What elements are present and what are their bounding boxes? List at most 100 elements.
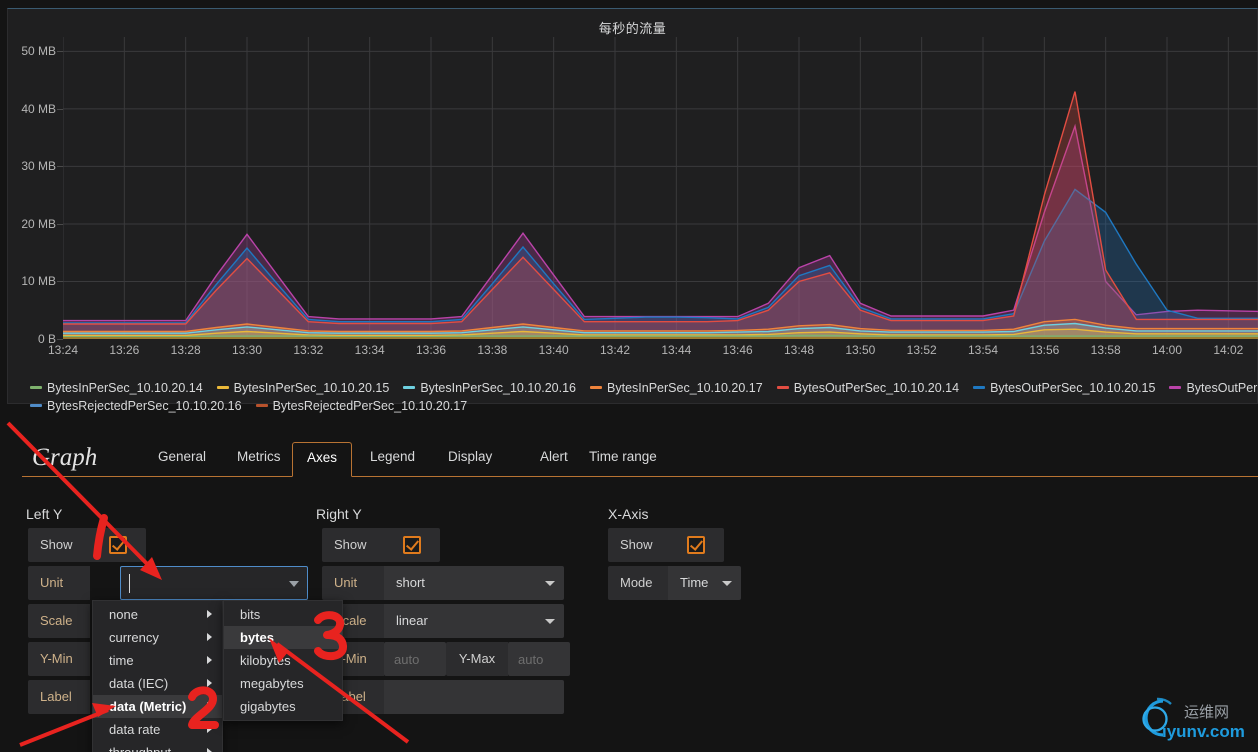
legend-item[interactable]: BytesOutPerSec_10.10.20.16 bbox=[1169, 379, 1258, 397]
legend-color-swatch bbox=[255, 404, 268, 408]
x-axis-tick-label: 13:30 bbox=[231, 343, 263, 357]
unit-menu-item-data-metric-[interactable]: data (Metric) bbox=[93, 695, 222, 718]
left-y-unit-label: Unit bbox=[28, 566, 90, 600]
unit-submenu-item-megabytes[interactable]: megabytes bbox=[224, 672, 342, 695]
x-axis-mode-value: Time bbox=[680, 575, 709, 590]
right-y-show-checkbox[interactable] bbox=[403, 536, 421, 554]
x-axis-title: X-Axis bbox=[608, 506, 649, 522]
x-axis-tick-label: 13:50 bbox=[845, 343, 876, 357]
right-y-ymin-input[interactable] bbox=[384, 642, 446, 676]
right-y-unit-row: Unit short bbox=[322, 566, 564, 600]
left-y-show-label: Show bbox=[28, 528, 90, 562]
menu-item-label: data rate bbox=[109, 722, 161, 737]
legend-color-swatch bbox=[590, 386, 603, 390]
legend-item[interactable]: BytesInPerSec_10.10.20.17 bbox=[590, 379, 763, 397]
unit-submenu-data-metric[interactable]: bits bytes kilobytes megabytes gigabytes bbox=[223, 600, 343, 721]
y-axis-tick-mark bbox=[57, 166, 63, 168]
legend-color-swatch bbox=[1169, 386, 1182, 390]
x-axis-tick-label: 13:54 bbox=[967, 343, 999, 357]
left-y-show-checkbox[interactable] bbox=[109, 536, 127, 554]
unit-submenu-item-gigabytes[interactable]: gigabytes bbox=[224, 695, 342, 718]
legend-series-label: BytesRejectedPerSec_10.10.20.16 bbox=[47, 399, 242, 413]
x-axis-show-checkbox[interactable] bbox=[687, 536, 705, 554]
unit-menu-item-data-rate[interactable]: data rate bbox=[93, 718, 222, 741]
legend-series-label: BytesOutPerSec_10.10.20.15 bbox=[990, 381, 1156, 395]
watermark-cn-text: 运维网 bbox=[1184, 704, 1229, 721]
legend-item[interactable]: BytesOutPerSec_10.10.20.15 bbox=[973, 379, 1155, 397]
tab-metrics[interactable]: Metrics bbox=[223, 442, 295, 477]
chevron-right-icon bbox=[207, 656, 212, 664]
legend-color-swatch bbox=[30, 386, 42, 390]
right-y-unit-label: Unit bbox=[322, 566, 384, 600]
chevron-right-icon bbox=[207, 702, 212, 710]
x-axis-tick-label: 13:42 bbox=[599, 343, 631, 357]
unit-menu-item-time[interactable]: time bbox=[93, 649, 222, 672]
tab-alert[interactable]: Alert bbox=[526, 442, 582, 477]
right-y-scale-select[interactable]: linear bbox=[384, 604, 564, 638]
tab-time-range[interactable]: Time range bbox=[575, 442, 671, 477]
unit-menu-item-currency[interactable]: currency bbox=[93, 626, 222, 649]
right-y-unit-select[interactable]: short bbox=[384, 566, 564, 600]
legend-item[interactable]: BytesRejectedPerSec_10.10.20.17 bbox=[255, 397, 468, 415]
tab-general[interactable]: General bbox=[144, 442, 220, 477]
text-cursor bbox=[129, 574, 130, 593]
editor-tabbar: Graph General Metrics Axes Legend Displa… bbox=[22, 432, 1258, 477]
chevron-right-icon bbox=[207, 748, 212, 752]
menu-item-label: megabytes bbox=[240, 676, 304, 691]
legend-series-label: BytesOutPerSec_10.10.20.16 bbox=[1186, 381, 1258, 395]
unit-menu-item-data-iec-[interactable]: data (IEC) bbox=[93, 672, 222, 695]
unit-menu-item-throughput[interactable]: throughput bbox=[93, 741, 222, 752]
y-axis-tick-mark bbox=[57, 108, 63, 110]
right-y-show-checkbox-cell[interactable] bbox=[384, 528, 440, 562]
legend-series-label: BytesInPerSec_10.10.20.14 bbox=[47, 381, 203, 395]
unit-dropdown-menu[interactable]: none currency time data (IEC) data (Metric) d… bbox=[92, 600, 223, 752]
legend-row: BytesRejectedPerSec_10.10.20.16 BytesReje… bbox=[30, 397, 1258, 415]
legend-color-swatch bbox=[403, 386, 416, 390]
graph-plot[interactable] bbox=[63, 37, 1258, 339]
legend-item[interactable]: BytesInPerSec_10.10.20.14 bbox=[30, 379, 203, 397]
tab-legend[interactable]: Legend bbox=[356, 442, 429, 477]
chevron-down-icon[interactable] bbox=[289, 581, 299, 587]
legend-item[interactable]: BytesOutPerSec_10.10.20.14 bbox=[776, 379, 959, 397]
menu-item-label: none bbox=[109, 607, 138, 622]
unit-submenu-item-kilobytes[interactable]: kilobytes bbox=[224, 649, 342, 672]
tab-axes[interactable]: Axes bbox=[292, 442, 353, 477]
right-y-label-row: Label bbox=[322, 680, 564, 714]
x-axis-tick-label: 13:28 bbox=[170, 343, 201, 357]
x-axis-tick-label: 13:48 bbox=[783, 343, 815, 357]
unit-menu-item-none[interactable]: none bbox=[93, 603, 222, 626]
watermark-domain-text: iyunv.com bbox=[1162, 722, 1245, 741]
plot-area[interactable]: 0 B 10 MB 20 MB 30 MB 40 MB 50 MB 13:24 13:26 1… bbox=[21, 37, 1258, 357]
x-axis-show-label: Show bbox=[608, 528, 668, 562]
right-y-show-label: Show bbox=[322, 528, 384, 562]
left-y-show-row: Show bbox=[28, 528, 146, 562]
x-axis-tick-label: 13:46 bbox=[722, 343, 753, 357]
right-y-label-input[interactable] bbox=[384, 680, 564, 714]
y-axis-tick-mark bbox=[57, 281, 63, 283]
right-y-scale-value: linear bbox=[396, 613, 428, 628]
y-axis-tick-mark bbox=[57, 51, 63, 53]
legend-item[interactable]: BytesRejectedPerSec_10.10.20.16 bbox=[30, 397, 242, 415]
left-y-scale-row: Scale bbox=[28, 604, 90, 638]
unit-submenu-item-bytes[interactable]: bytes bbox=[224, 626, 342, 649]
tab-display[interactable]: Display bbox=[434, 442, 506, 477]
legend-series-label: BytesInPerSec_10.10.20.17 bbox=[607, 381, 763, 395]
left-y-title: Left Y bbox=[26, 506, 63, 522]
chevron-down-icon bbox=[545, 581, 555, 586]
unit-submenu-item-bits[interactable]: bits bbox=[224, 603, 342, 626]
chevron-down-icon bbox=[545, 619, 555, 624]
legend-color-swatch bbox=[776, 386, 789, 390]
x-axis-show-checkbox-cell[interactable] bbox=[668, 528, 724, 562]
legend-series-label: BytesRejectedPerSec_10.10.20.17 bbox=[272, 399, 468, 413]
right-y-ymax-input[interactable] bbox=[508, 642, 570, 676]
left-y-unit-combobox[interactable] bbox=[120, 566, 308, 600]
right-y-ymax-label: Y-Max bbox=[446, 642, 508, 676]
legend-item[interactable]: BytesInPerSec_10.10.20.16 bbox=[403, 379, 576, 397]
chevron-right-icon bbox=[207, 725, 212, 733]
legend-item[interactable]: BytesInPerSec_10.10.20.15 bbox=[216, 379, 389, 397]
right-y-scale-row: Scale linear bbox=[322, 604, 564, 638]
chevron-right-icon bbox=[207, 610, 212, 618]
x-axis-mode-select[interactable]: Time bbox=[668, 566, 741, 600]
left-y-show-checkbox-cell[interactable] bbox=[90, 528, 146, 562]
graph-legend[interactable]: BytesInPerSec_10.10.20.14 BytesInPerSec_1… bbox=[30, 379, 1258, 415]
